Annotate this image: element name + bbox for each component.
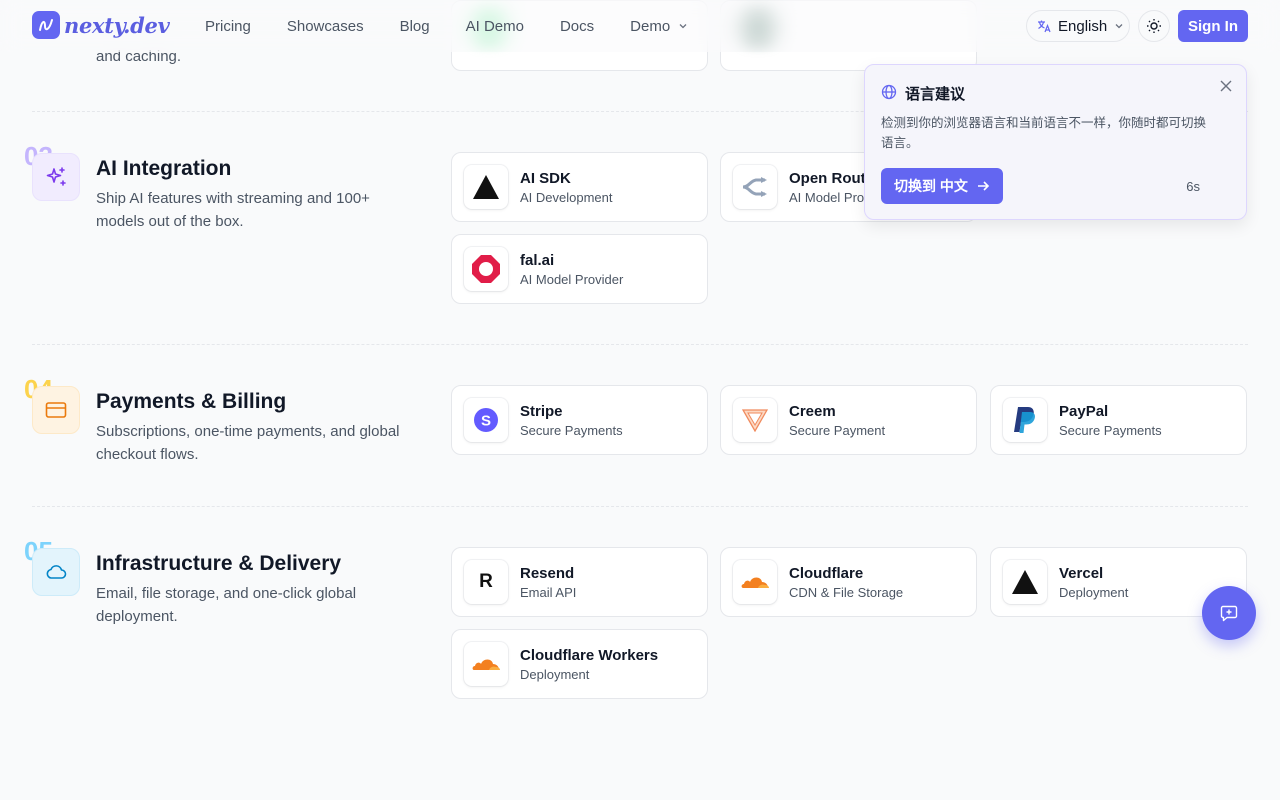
section-desc: Ship AI features with streaming and 100+…: [96, 190, 370, 230]
logo-text: nexty.dev: [64, 12, 170, 38]
integration-card-creem[interactable]: Creem Secure Payment: [720, 385, 977, 455]
integration-card-stripe[interactable]: S Stripe Secure Payments: [451, 385, 708, 455]
chevron-down-icon: [679, 24, 687, 29]
card-name: Vercel: [1059, 565, 1104, 582]
card-sub: Secure Payments: [1059, 423, 1162, 438]
card-sub: AI Development: [520, 190, 613, 205]
card-sub: Email API: [520, 585, 577, 600]
integration-card-paypal[interactable]: PayPal Secure Payments: [990, 385, 1247, 455]
card-sub: Deployment: [520, 667, 590, 682]
nav-pricing[interactable]: Pricing: [205, 18, 251, 35]
site-header: nexty.dev Pricing Showcases Blog AI Demo…: [0, 0, 1280, 52]
cloudflare-icon: [464, 642, 508, 686]
openrouter-icon: [733, 165, 777, 209]
nav-demo-dropdown[interactable]: Demo: [630, 18, 688, 35]
credit-card-icon: [32, 386, 80, 434]
fal-icon: [464, 247, 508, 291]
integration-card-cloudflare-workers[interactable]: Cloudflare Workers Deployment: [451, 629, 708, 699]
card-sub: Secure Payment: [789, 423, 886, 438]
integration-card-ai-sdk[interactable]: AI SDK AI Development: [451, 152, 708, 222]
globe-icon: [881, 84, 897, 100]
resend-icon: R: [464, 560, 508, 604]
logo-icon: [32, 11, 60, 39]
section-desc: Email, file storage, and one-click globa…: [96, 585, 357, 625]
section-divider: [32, 506, 1248, 507]
theme-toggle[interactable]: [1138, 10, 1170, 42]
logo[interactable]: nexty.dev: [32, 11, 170, 39]
arrow-right-icon: [977, 181, 990, 191]
sign-in-button[interactable]: Sign In: [1178, 10, 1248, 42]
popup-title: 语言建议: [905, 86, 966, 103]
card-name: fal.ai: [520, 252, 555, 269]
section-title: Infrastructure & Delivery: [96, 552, 342, 575]
paypal-icon: [1003, 398, 1047, 442]
cloudflare-icon: [733, 560, 777, 604]
popup-message: 检测到你的浏览器语言和当前语言不一样，你随时都可切换语言。: [881, 116, 1207, 150]
card-name: PayPal: [1059, 403, 1109, 420]
section-title: AI Integration: [96, 157, 232, 180]
main-nav: Pricing Showcases Blog AI Demo Docs Demo: [205, 0, 724, 52]
creem-icon: [733, 398, 777, 442]
nav-docs[interactable]: Docs: [560, 18, 594, 35]
nav-ai-demo[interactable]: AI Demo: [466, 18, 524, 35]
language-select[interactable]: English: [1026, 10, 1130, 42]
card-name: Creem: [789, 403, 836, 420]
sparkles-icon: [32, 153, 80, 201]
switch-language-label: 切换到 中文: [894, 178, 968, 194]
card-name: Cloudflare Workers: [520, 647, 659, 664]
card-sub: Secure Payments: [520, 423, 623, 438]
integration-card-cloudflare[interactable]: Cloudflare CDN & File Storage: [720, 547, 977, 617]
page: and caching. nexty.dev Pricing Showcases…: [0, 0, 1280, 800]
countdown: 6s: [1186, 179, 1200, 194]
language-label: English: [1058, 17, 1108, 35]
card-name: Cloudflare: [789, 565, 864, 582]
card-sub: AI Model Provider: [520, 272, 624, 287]
integration-card-fal[interactable]: fal.ai AI Model Provider: [451, 234, 708, 304]
card-name: Stripe: [520, 403, 563, 420]
chat-icon: [1220, 605, 1238, 622]
translate-icon: [1038, 20, 1051, 33]
svg-text:S: S: [481, 413, 491, 430]
section-desc: Subscriptions, one-time payments, and gl…: [96, 423, 400, 463]
integration-card-resend[interactable]: R Resend Email API: [451, 547, 708, 617]
section-title: Payments & Billing: [96, 390, 287, 413]
sun-icon: [1147, 19, 1161, 33]
nav-showcases[interactable]: Showcases: [287, 18, 364, 35]
card-name: AI SDK: [520, 170, 571, 187]
card-sub: CDN & File Storage: [789, 585, 904, 600]
nav-blog[interactable]: Blog: [400, 18, 430, 35]
switch-language-button[interactable]: 切换到 中文: [881, 168, 1003, 204]
cloud-icon: [32, 548, 80, 596]
vercel-triangle-icon: [464, 165, 508, 209]
section-divider: [32, 344, 1248, 345]
close-icon[interactable]: [1220, 79, 1232, 97]
nav-demo-label: Demo: [630, 17, 671, 35]
chat-button[interactable]: [1202, 586, 1256, 640]
card-sub: Deployment: [1059, 585, 1129, 600]
vercel-triangle-icon: [1003, 560, 1047, 604]
chevron-down-icon: [1115, 24, 1123, 29]
language-suggestion-popup: 语言建议 检测到你的浏览器语言和当前语言不一样，你随时都可切换语言。 切换到 中…: [864, 64, 1247, 220]
card-name: Resend: [520, 565, 575, 582]
stripe-icon: S: [464, 398, 508, 442]
